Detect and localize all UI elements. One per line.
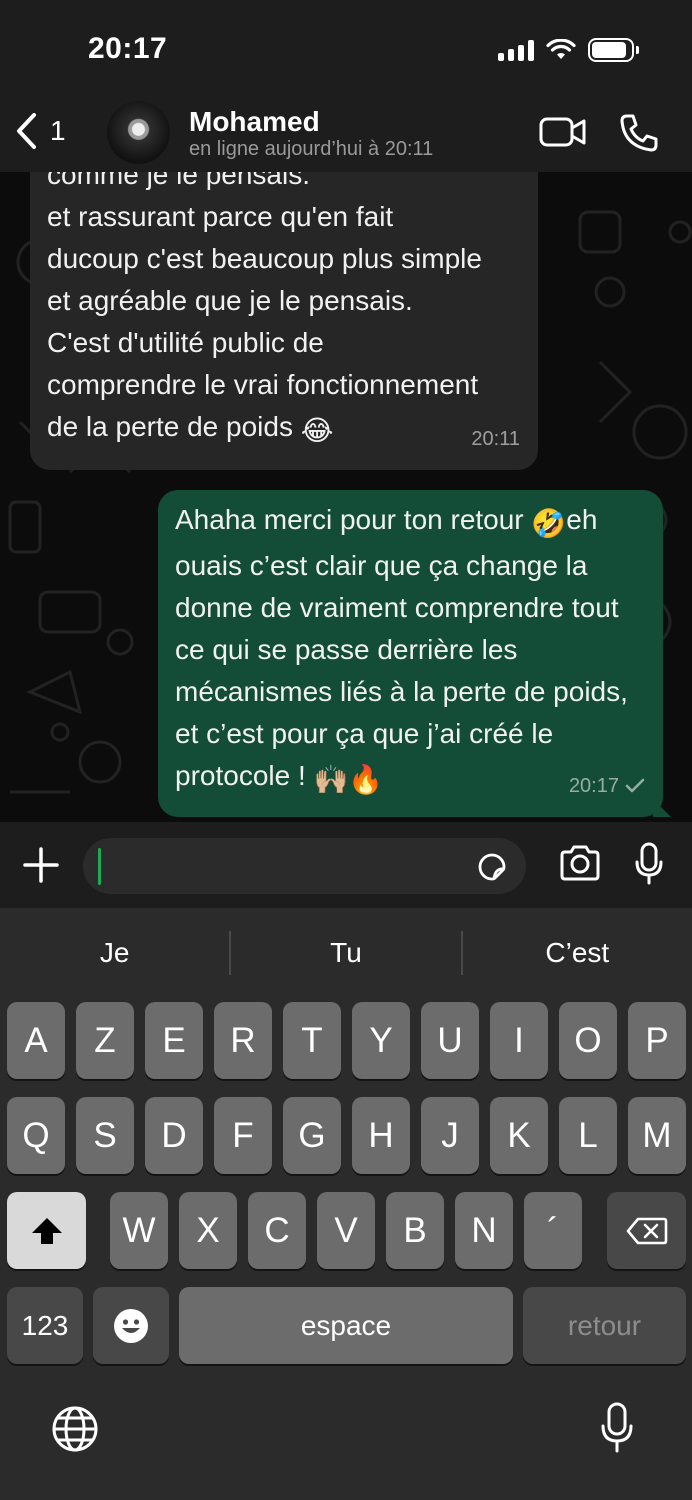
message-line: ducoup c'est beaucoup plus simple (47, 243, 482, 274)
key[interactable]: T (283, 1002, 341, 1079)
message-line: comme je le pensais. (47, 172, 311, 190)
message-list[interactable]: comme je le pensais. et rassurant parce … (0, 172, 692, 822)
message-time: 20:17 (568, 775, 619, 797)
delete-key[interactable] (607, 1192, 686, 1269)
key[interactable]: D (145, 1097, 203, 1174)
key[interactable]: G (283, 1097, 341, 1174)
message-composer (0, 822, 692, 908)
predictive-bar: Je Tu C’est (0, 928, 692, 978)
contact-avatar[interactable] (107, 101, 170, 164)
backspace-icon (626, 1217, 667, 1244)
key[interactable]: C (248, 1192, 306, 1269)
key[interactable]: E (145, 1002, 203, 1079)
contact-status: en ligne aujourd’hui à 20:11 (189, 138, 434, 160)
suggestion[interactable]: Tu (231, 928, 460, 978)
key[interactable]: V (317, 1192, 375, 1269)
key[interactable]: N (455, 1192, 513, 1269)
dictation-microphone-icon[interactable] (600, 1402, 634, 1454)
key[interactable]: A (7, 1002, 65, 1079)
globe-icon[interactable] (51, 1405, 99, 1453)
message-text: eh ouais c’est clair que ça change la do… (175, 504, 628, 791)
microphone-icon[interactable] (634, 842, 664, 886)
message-line: et rassurant parce qu'en fait (47, 201, 394, 232)
key[interactable]: O (559, 1002, 617, 1079)
unread-count: 1 (50, 115, 66, 146)
battery-level (592, 42, 627, 58)
key[interactable]: Q (7, 1097, 65, 1174)
message-line: comprendre le vrai fonctionnement (47, 369, 479, 400)
chevron-left-icon (17, 113, 36, 149)
numbers-key[interactable]: 123 (7, 1287, 83, 1364)
check-icon (625, 778, 645, 793)
key[interactable]: J (421, 1097, 479, 1174)
cellular-signal-icon (498, 39, 534, 61)
battery-icon (588, 38, 639, 62)
message-line: C'est d'utilité public de (47, 327, 324, 358)
message-input[interactable] (83, 838, 526, 894)
sticker-icon[interactable] (476, 851, 508, 883)
suggestion[interactable]: Je (0, 928, 229, 978)
message-meta: 20:17 (569, 765, 645, 807)
emoji-key[interactable] (93, 1287, 169, 1364)
video-call-icon[interactable] (538, 114, 588, 150)
message-line: de la perte de poids (47, 411, 293, 442)
message-text: Ahaha merci pour ton retour (175, 504, 532, 535)
key[interactable]: L (559, 1097, 617, 1174)
key[interactable]: P (628, 1002, 686, 1079)
key[interactable]: R (214, 1002, 272, 1079)
incoming-message[interactable]: comme je le pensais. et rassurant parce … (30, 172, 538, 470)
key[interactable]: Z (76, 1002, 134, 1079)
shift-arrow-icon (31, 1217, 62, 1244)
raised-hands-fire-emoji: 🙌🏼🔥 (313, 764, 384, 795)
contact-name[interactable]: Mohamed (189, 106, 320, 138)
phone-call-icon[interactable] (618, 112, 660, 154)
emoji-smiley-icon (114, 1308, 148, 1343)
return-key[interactable]: retour (523, 1287, 686, 1364)
camera-icon[interactable] (558, 844, 602, 882)
key[interactable]: X (179, 1192, 237, 1269)
outgoing-message[interactable]: Ahaha merci pour ton retour 🤣eh ouais c’… (158, 490, 663, 817)
laughing-tears-emoji: 😂 (300, 415, 334, 446)
attach-plus-icon[interactable] (22, 846, 60, 884)
key[interactable]: Y (352, 1002, 410, 1079)
key[interactable]: F (214, 1097, 272, 1174)
chat-header: 20:17 1 Mohamed en ligne aujourd’hui à 2… (0, 0, 692, 172)
back-button[interactable]: 1 (14, 112, 66, 150)
key[interactable]: K (490, 1097, 548, 1174)
key[interactable]: H (352, 1097, 410, 1174)
text-caret (98, 848, 101, 885)
key[interactable]: S (76, 1097, 134, 1174)
status-icons (498, 38, 639, 62)
rofl-emoji: 🤣 (531, 508, 567, 539)
wifi-icon (546, 39, 576, 59)
key[interactable]: M (628, 1097, 686, 1174)
message-line: et agréable que je le pensais. (47, 285, 413, 316)
message-line-last: de la perte de poids 😂 (47, 406, 522, 452)
key[interactable]: I (490, 1002, 548, 1079)
key[interactable]: B (386, 1192, 444, 1269)
suggestion[interactable]: C’est (463, 928, 692, 978)
key[interactable]: W (110, 1192, 168, 1269)
space-key[interactable]: espace (179, 1287, 513, 1364)
keyboard: Je Tu C’est A Z E R T Y U I O P Q S D F … (0, 908, 692, 1500)
key[interactable]: U (421, 1002, 479, 1079)
status-time: 20:17 (88, 32, 168, 65)
message-time: 20:11 (471, 428, 520, 450)
shift-key[interactable] (7, 1192, 86, 1269)
key[interactable]: ´ (524, 1192, 582, 1269)
